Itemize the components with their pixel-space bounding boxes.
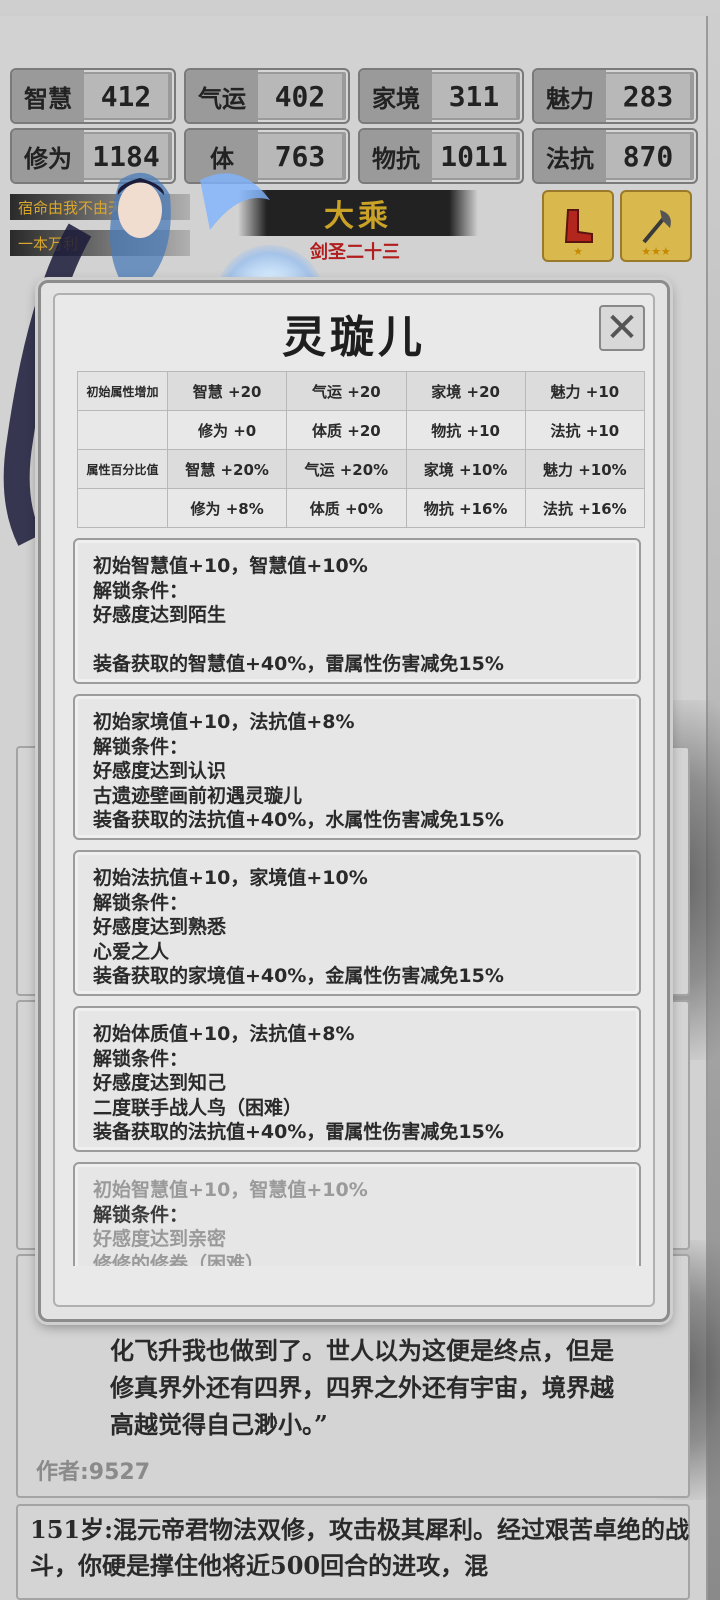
bonus-line: 解锁条件：: [93, 891, 189, 914]
bonus-line: 好感度达到熟悉: [93, 916, 227, 938]
bonus-line: 初始家境值+10，法抗值+8%: [93, 711, 355, 733]
table-cell: 体质 +20: [286, 410, 407, 450]
stat-physical-resist: 物抗 1011: [358, 128, 524, 184]
row-header: 属性百分比值: [77, 449, 168, 489]
row-header: [77, 488, 168, 528]
axe-icon: [642, 210, 671, 244]
bonus-card-locked: 初始智慧值+10，智慧值+10% 解锁条件： 好感度达到亲密 修修的修卷（困难）: [73, 1162, 641, 1266]
star-rating-icon: ★★★: [641, 245, 671, 258]
stat-label: 物抗: [360, 130, 432, 182]
bonus-list[interactable]: 初始智慧值+10，智慧值+10% 解锁条件： 好感度达到陌生 装备获取的智慧值+…: [73, 538, 641, 1266]
bonus-line: 装备获取的法抗值+40%，水属性伤害减免15%: [93, 809, 504, 831]
companion-detail-dialog: 灵璇儿 ✕ 初始属性增加 智慧 +20 气运 +20 家境 +20 魅力 +10…: [38, 280, 670, 1322]
story-line: 修真界外还有四界，四界之外还有宇宙，境界越: [110, 1373, 614, 1402]
stat-value: 402: [258, 74, 342, 118]
stat-value: 870: [606, 134, 690, 178]
close-icon: ✕: [605, 305, 639, 351]
stat-value: 283: [606, 74, 690, 118]
bonus-line: 古遗迹壁画前初遇灵璇儿: [93, 784, 303, 807]
bonus-line: 初始法抗值+10，家境值+10%: [93, 867, 368, 889]
stat-magic-resist: 法抗 870: [532, 128, 698, 184]
table-cell: 气运 +20: [286, 371, 407, 411]
stat-label: 魅力: [534, 70, 606, 122]
dialog-title: 灵璇儿: [282, 312, 426, 363]
stat-value: 1011: [432, 134, 516, 178]
bonus-line: 解锁条件：: [93, 579, 189, 602]
bonus-card: 初始家境值+10，法抗值+8% 解锁条件： 好感度达到认识 古遗迹壁画前初遇灵璇…: [73, 694, 641, 840]
bonus-line: 装备获取的家境值+40%，金属性伤害减免15%: [93, 965, 504, 987]
bonus-line: [93, 628, 621, 653]
table-cell: 法抗 +16%: [524, 488, 646, 528]
table-row: 修为 +8% 体质 +0% 物抗 +16% 法抗 +16%: [77, 488, 646, 528]
stat-family: 家境 311: [358, 68, 524, 124]
bonus-line: 解锁条件：: [93, 1203, 189, 1226]
author-label: 作者:9527: [36, 1460, 151, 1485]
stat-wisdom: 智慧 412: [10, 68, 176, 124]
bonus-line: 好感度达到亲密: [93, 1228, 227, 1250]
bonus-line: 初始智慧值+10，智慧值+10%: [93, 555, 368, 577]
table-cell: 体质 +0%: [286, 488, 407, 528]
attribute-table: 初始属性增加 智慧 +20 气运 +20 家境 +20 魅力 +10 修为 +0…: [77, 371, 646, 528]
table-cell: 修为 +8%: [166, 488, 288, 528]
row-header: [77, 410, 168, 450]
table-cell: 法抗 +10: [524, 410, 646, 450]
table-row: 修为 +0 体质 +20 物抗 +10 法抗 +10: [77, 410, 646, 450]
equipment-slot[interactable]: ★★★: [620, 190, 692, 262]
stat-charm: 魅力 283: [532, 68, 698, 124]
bonus-line: 解锁条件：: [93, 1047, 189, 1070]
bonus-line: 好感度达到陌生: [93, 604, 227, 626]
stat-value: 311: [432, 74, 516, 118]
bonus-line: 初始智慧值+10，智慧值+10%: [93, 1179, 368, 1201]
table-cell: 家境 +10%: [405, 449, 526, 489]
boots-icon: [564, 209, 593, 243]
bonus-line: 解锁条件：: [93, 735, 189, 758]
table-cell: 魅力 +10: [524, 371, 646, 411]
table-row: 初始属性增加 智慧 +20 气运 +20 家境 +20 魅力 +10: [77, 371, 646, 411]
bonus-line: 装备获取的智慧值+40%，雷属性伤害减免15%: [93, 653, 504, 675]
table-cell: 气运 +20%: [286, 449, 407, 489]
table-row: 属性百分比值 智慧 +20% 气运 +20% 家境 +10% 魅力 +10%: [77, 449, 646, 489]
bonus-line: 好感度达到认识: [93, 760, 227, 782]
stat-label: 法抗: [534, 130, 606, 182]
bonus-line: 好感度达到知己: [93, 1072, 227, 1094]
stat-label: 智慧: [12, 70, 84, 122]
bonus-line: 修修的修卷（困难）: [93, 1252, 265, 1267]
star-rating-icon: ★: [573, 245, 583, 258]
stat-label: 气运: [186, 70, 258, 122]
story-entry: 151岁:混元帝君物法双修，攻击极其犀利。经过艰苦卓绝的战斗，你硬是撑住他将近5…: [30, 1515, 689, 1580]
bonus-line: 装备获取的法抗值+40%，雷属性伤害减免15%: [93, 1121, 504, 1143]
table-cell: 物抗 +10: [405, 410, 526, 450]
table-cell: 智慧 +20%: [166, 449, 288, 489]
table-cell: 家境 +20: [405, 371, 526, 411]
table-cell: 修为 +0: [166, 410, 288, 450]
bonus-card: 初始智慧值+10，智慧值+10% 解锁条件： 好感度达到陌生 装备获取的智慧值+…: [73, 538, 641, 684]
stat-value: 412: [84, 74, 168, 118]
table-cell: 物抗 +16%: [405, 488, 526, 528]
story-line: 化飞升我也做到了。世人以为这便是终点，但是: [110, 1336, 614, 1365]
table-cell: 智慧 +20: [166, 371, 288, 411]
bonus-line: 初始体质值+10，法抗值+8%: [93, 1023, 355, 1045]
bonus-card: 初始体质值+10，法抗值+8% 解锁条件： 好感度达到知己 二度联手战人鸟（困难…: [73, 1006, 641, 1152]
bonus-line: 二度联手战人鸟（困难）: [93, 1096, 303, 1119]
stat-label: 家境: [360, 70, 432, 122]
equipment-slot[interactable]: ★: [542, 190, 614, 262]
stat-luck: 气运 402: [184, 68, 350, 124]
bonus-line: 心爱之人: [93, 940, 170, 963]
story-line: 高越觉得自己渺小。”: [110, 1410, 328, 1439]
bonus-card: 初始法抗值+10，家境值+10% 解锁条件： 好感度达到熟悉 心爱之人 装备获取…: [73, 850, 641, 996]
close-button[interactable]: ✕: [599, 305, 645, 351]
row-header: 初始属性增加: [77, 371, 168, 411]
table-cell: 魅力 +10%: [524, 449, 646, 489]
